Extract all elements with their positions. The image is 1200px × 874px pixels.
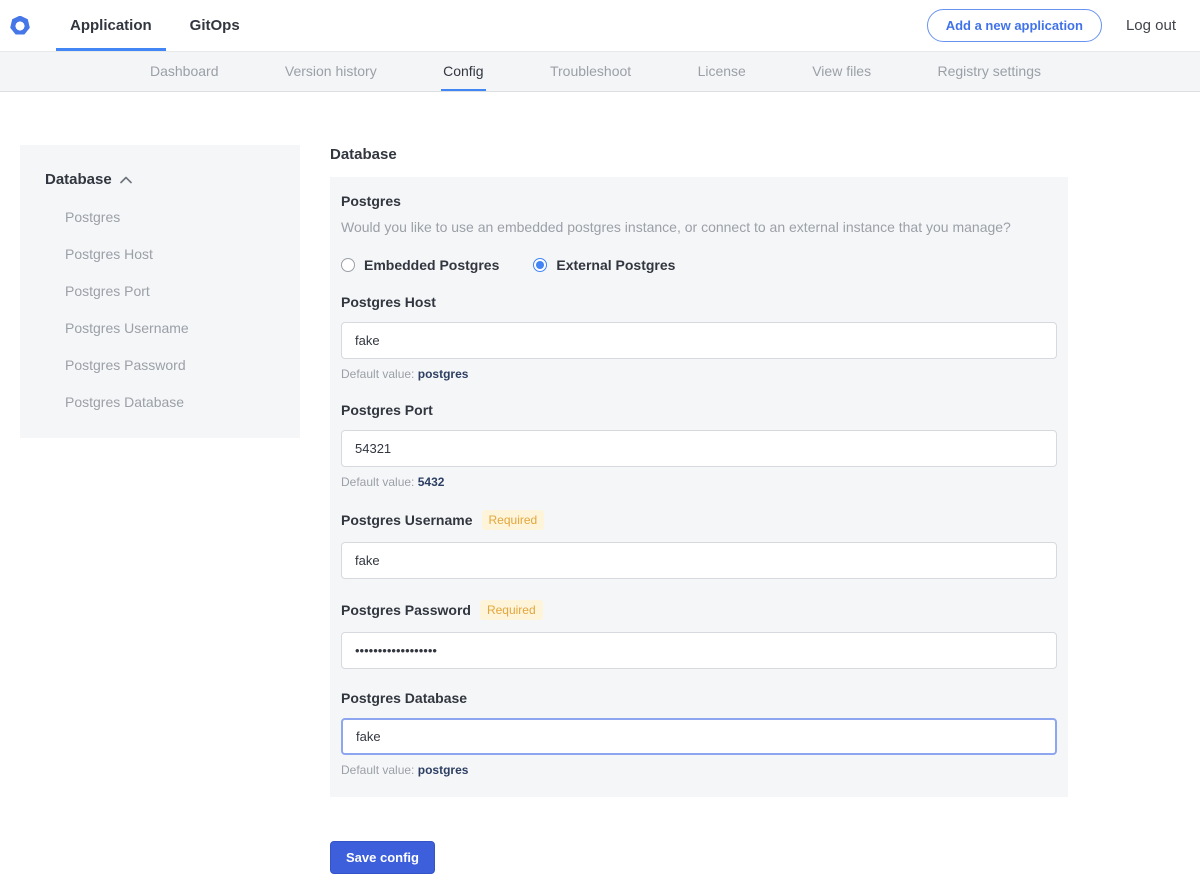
subnav-item-troubleshoot[interactable]: Troubleshoot (548, 52, 633, 91)
field-postgres: Postgres Would you like to use an embedd… (341, 193, 1057, 273)
radio-selected-icon[interactable] (533, 258, 547, 272)
default-hint-label: Default value: (341, 475, 414, 489)
add-new-application-button[interactable]: Add a new application (927, 9, 1102, 42)
radio-embedded-postgres[interactable]: Embedded Postgres (341, 257, 499, 273)
default-hint-label: Default value: (341, 367, 414, 381)
field-postgres-username: Postgres Username Required (341, 510, 1057, 579)
radio-unselected-icon[interactable] (341, 258, 355, 272)
postgres-password-input[interactable] (341, 632, 1057, 669)
postgres-host-default-hint: Default value: postgres (341, 367, 1057, 381)
subnav-item-view-files[interactable]: View files (810, 52, 873, 91)
radio-external-postgres[interactable]: External Postgres (533, 257, 675, 273)
required-badge: Required (482, 510, 545, 530)
config-group-title: Database (330, 146, 1068, 163)
save-config-button[interactable]: Save config (330, 841, 435, 874)
field-postgres-port: Postgres Port Default value: 5432 (341, 402, 1057, 489)
field-postgres-port-label: Postgres Port (341, 402, 433, 418)
config-main: Database Postgres Would you like to use … (330, 92, 1068, 874)
default-hint-label: Default value: (341, 763, 414, 777)
app-sub-navigation: Dashboard Version history Config Trouble… (0, 52, 1200, 92)
database-config-panel: Postgres Would you like to use an embedd… (330, 177, 1068, 797)
subnav-item-config[interactable]: Config (441, 52, 485, 91)
top-navigation: Application GitOps Add a new application… (0, 0, 1200, 52)
sidebar-item-list: Postgres Postgres Host Postgres Port Pos… (20, 209, 300, 410)
default-hint-value: postgres (418, 763, 469, 777)
config-page: Database Postgres Postgres Host Postgres… (0, 92, 1200, 874)
default-hint-value: postgres (418, 367, 469, 381)
postgres-port-input[interactable] (341, 430, 1057, 467)
postgres-host-input[interactable] (341, 322, 1057, 359)
required-badge: Required (480, 600, 543, 620)
chevron-up-icon (120, 176, 132, 184)
postgres-database-default-hint: Default value: postgres (341, 763, 1057, 777)
radio-embedded-postgres-label: Embedded Postgres (364, 257, 499, 273)
postgres-radio-group: Embedded Postgres External Postgres (341, 257, 1057, 273)
sidebar-item-postgres-password[interactable]: Postgres Password (65, 357, 300, 373)
postgres-port-default-hint: Default value: 5432 (341, 475, 1057, 489)
sidebar-group-label: Database (45, 171, 112, 188)
subnav-item-version-history[interactable]: Version history (283, 52, 379, 91)
postgres-username-input[interactable] (341, 542, 1057, 579)
tab-application[interactable]: Application (56, 0, 166, 51)
radio-external-postgres-label: External Postgres (556, 257, 675, 273)
field-postgres-label: Postgres (341, 193, 1057, 209)
field-postgres-database: Postgres Database Default value: postgre… (341, 690, 1057, 777)
log-out-link[interactable]: Log out (1126, 17, 1176, 34)
postgres-database-input[interactable] (341, 718, 1057, 755)
field-postgres-password: Postgres Password Required (341, 600, 1057, 669)
sidebar-item-postgres[interactable]: Postgres (65, 209, 300, 225)
subnav-item-license[interactable]: License (696, 52, 748, 91)
topnav-tabs: Application GitOps (56, 0, 264, 51)
app-logo-icon (10, 16, 30, 36)
field-postgres-password-label: Postgres Password (341, 602, 471, 618)
subnav-item-registry-settings[interactable]: Registry settings (936, 52, 1043, 91)
sidebar-item-postgres-username[interactable]: Postgres Username (65, 320, 300, 336)
field-postgres-host-label: Postgres Host (341, 294, 436, 310)
sidebar-item-postgres-host[interactable]: Postgres Host (65, 246, 300, 262)
sidebar-group-database[interactable]: Database (45, 171, 300, 188)
subnav-item-dashboard[interactable]: Dashboard (148, 52, 221, 91)
topnav-right: Add a new application Log out (927, 0, 1176, 51)
field-postgres-help-text: Would you like to use an embedded postgr… (341, 219, 1057, 235)
sidebar-item-postgres-port[interactable]: Postgres Port (65, 283, 300, 299)
field-postgres-host: Postgres Host Default value: postgres (341, 294, 1057, 381)
default-hint-value: 5432 (418, 475, 445, 489)
tab-gitops[interactable]: GitOps (176, 0, 254, 51)
sidebar-item-postgres-database[interactable]: Postgres Database (65, 394, 300, 410)
field-postgres-username-label: Postgres Username (341, 512, 473, 528)
config-sidebar: Database Postgres Postgres Host Postgres… (20, 145, 300, 438)
field-postgres-database-label: Postgres Database (341, 690, 467, 706)
